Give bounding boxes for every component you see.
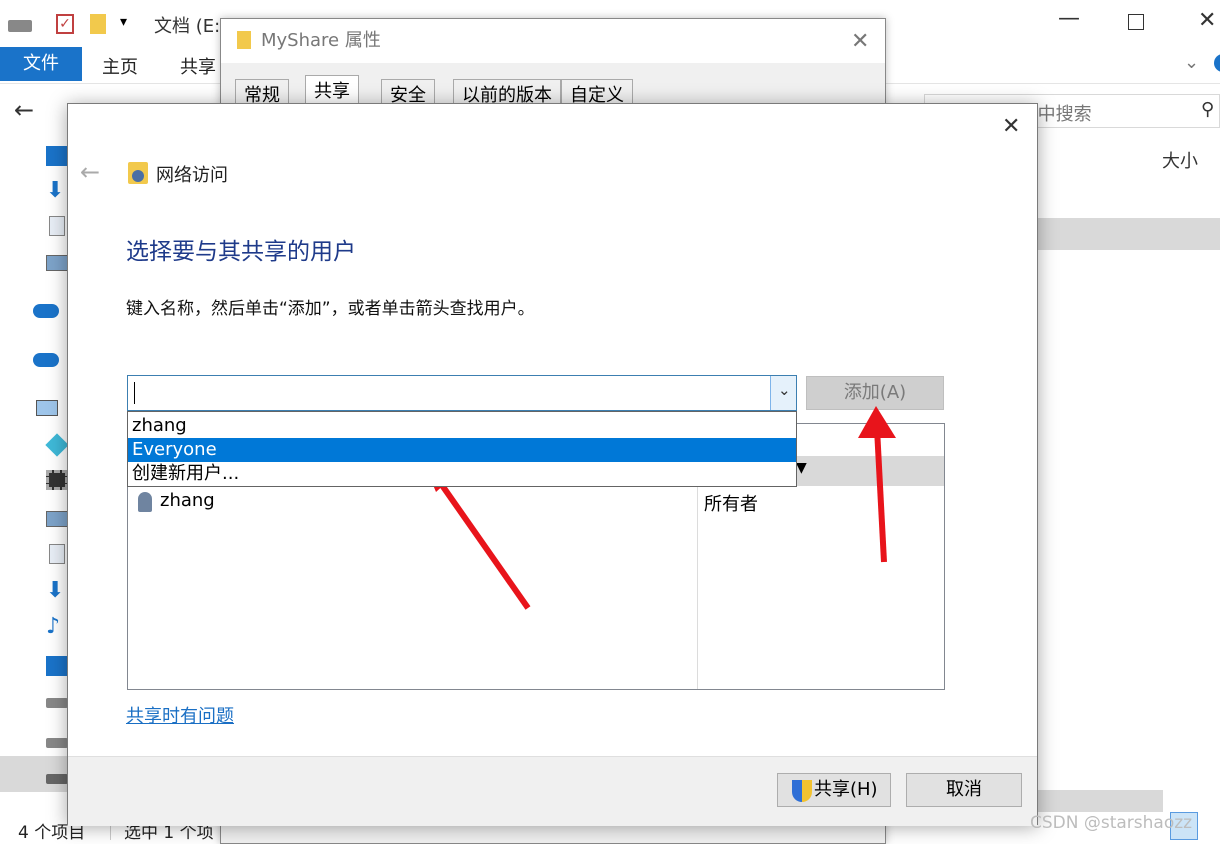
cancel-button[interactable]: 取消 [906,773,1022,807]
drive-icon[interactable] [46,698,68,708]
chevron-down-icon: ⌄ [778,381,791,399]
back-arrow-icon[interactable]: ← [80,158,100,186]
scrollbar-track[interactable] [1038,790,1163,812]
explorer-title: 文档 (E:) [154,16,228,37]
folder-icon[interactable] [90,14,106,34]
network-access-icon [128,162,148,184]
close-icon[interactable]: ✕ [1198,8,1216,33]
page-title: 选择要与其共享的用户 [126,239,356,265]
column-header-size[interactable]: 大小 [1162,147,1198,173]
document-icon[interactable] [49,544,65,564]
users-icon [132,170,144,182]
back-arrow-icon[interactable]: ← [14,96,34,124]
share-button[interactable]: 共享(H) [777,773,891,807]
list-item-name: zhang [160,490,215,511]
dialog-close-icon[interactable]: ✕ [1002,114,1020,139]
breadcrumb: 网络访问 [156,165,228,186]
drive-icon[interactable] [46,738,68,748]
quick-access-dropdown-icon[interactable]: ▾ [120,14,127,30]
music-icon[interactable]: ♪ [46,614,68,639]
properties-title: MyShare 属性 [221,19,885,63]
pictures-icon[interactable] [46,255,68,271]
desktop-icon[interactable] [46,146,68,166]
drive-icon[interactable] [46,774,68,784]
3d-objects-icon[interactable] [45,433,69,457]
dropdown-option-everyone[interactable]: Everyone [128,438,796,462]
watermark: CSDN @starshaozz [1030,813,1193,833]
folder-icon [237,31,251,49]
onedrive-icon[interactable] [33,353,59,367]
desktop-icon[interactable] [46,656,68,676]
onedrive-icon[interactable] [33,304,59,318]
dropdown-option-zhang[interactable]: zhang [128,414,796,438]
instruction-text: 键入名称，然后单击“添加”，或者单击箭头查找用户。 [126,299,535,319]
properties-close-icon[interactable]: ✕ [851,29,869,54]
pictures-icon[interactable] [46,511,68,527]
annotation-arrowhead-shape [858,406,896,438]
permission-dropdown-icon[interactable]: ▼ [796,460,807,476]
minimize-icon[interactable]: — [1058,6,1080,31]
annotation-arrowhead [858,406,896,438]
dropdown-option-create-user[interactable]: 创建新用户... [128,462,796,486]
user-icon [138,492,152,512]
ribbon-expand-chevron-icon[interactable]: ⌄ [1184,52,1199,73]
ribbon-tab-home[interactable]: 主页 [102,53,138,79]
document-icon[interactable] [49,216,65,236]
ribbon-tab-share[interactable]: 共享 [180,53,216,79]
videos-icon[interactable] [46,470,68,490]
drive-icon [8,20,32,32]
selected-file-row[interactable] [1038,218,1220,250]
uac-shield-icon [792,780,812,802]
maximize-icon[interactable] [1128,14,1144,30]
dialog-footer: 共享(H) 取消 [68,756,1037,826]
this-pc-icon[interactable] [36,400,58,416]
list-item-permission: 所有者 [704,494,758,515]
properties-check-icon[interactable]: ✓ [56,14,74,34]
search-icon[interactable]: ⚲ [1201,99,1214,120]
combobox-dropdown-button[interactable]: ⌄ [770,376,796,410]
user-dropdown-list: zhang Everyone 创建新用户... [127,411,797,487]
download-icon[interactable]: ⬇ [46,178,68,203]
user-name-combobox[interactable]: ⌄ [127,375,797,411]
sharing-help-link[interactable]: 共享时有问题 [126,702,234,728]
text-cursor [134,382,135,404]
share-button-label: 共享(H) [814,779,878,800]
download-icon[interactable]: ⬇ [46,578,68,603]
list-item[interactable]: zhang 所有者 [128,488,944,516]
file-sharing-dialog: ✕ ← 网络访问 选择要与其共享的用户 键入名称，然后单击“添加”，或者单击箭头… [67,103,1038,826]
ribbon-tab-file[interactable]: 文件 [0,47,82,81]
